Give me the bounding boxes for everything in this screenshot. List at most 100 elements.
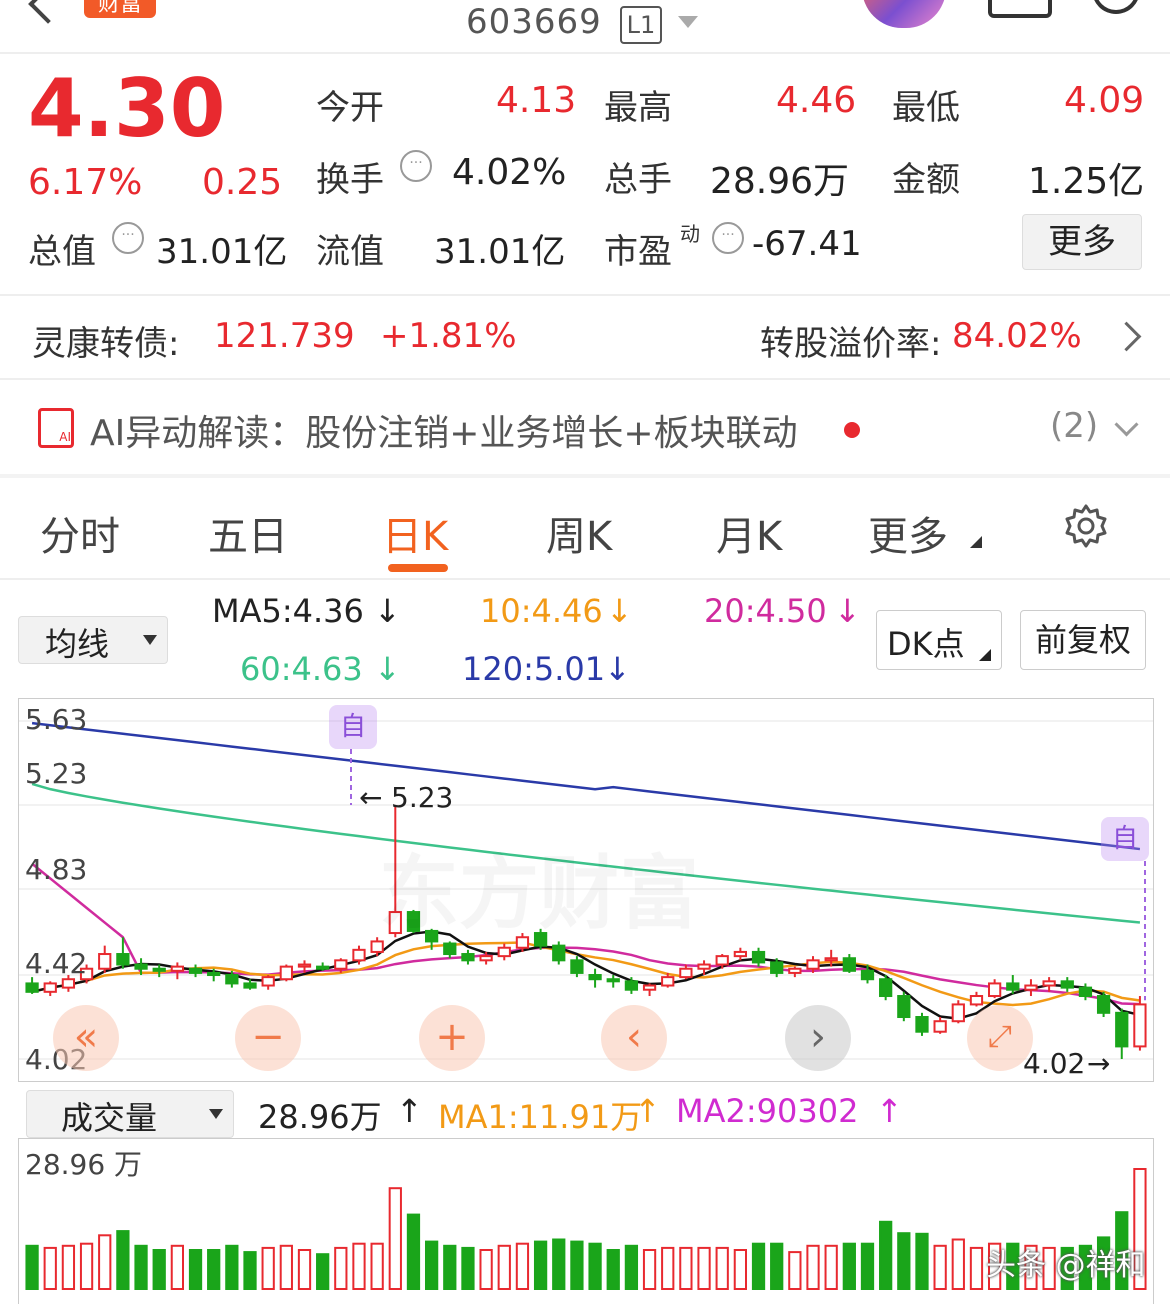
candle-body (1024, 984, 1038, 991)
change-value: 0.25 (202, 162, 283, 203)
y-tick-label: 4.83 (25, 853, 88, 886)
volume-bar (207, 1249, 221, 1290)
next-button[interactable]: › (785, 1005, 851, 1071)
info-icon[interactable]: ··· (112, 222, 144, 254)
fast-back-button[interactable]: « (53, 1005, 119, 1071)
avatar[interactable] (862, 0, 946, 28)
candle-body (1042, 980, 1056, 987)
ai-doc-icon: AI (38, 408, 74, 448)
label-open: 今开 (316, 88, 384, 128)
label-amount: 金额 (892, 160, 960, 200)
candle-body (98, 953, 112, 970)
high-price-marker: 5.23 (391, 781, 454, 814)
candle-body (25, 982, 39, 993)
active-tab-indicator (388, 564, 448, 572)
volume-bar (461, 1246, 475, 1290)
premium-value: 84.02% (952, 316, 1082, 356)
bond-price: 121.739 (214, 316, 355, 356)
value-open: 4.13 (496, 80, 577, 121)
ma120-legend: 120:5.01 (462, 650, 606, 688)
low-price-marker: 4.02 (1023, 1047, 1086, 1080)
candle-body (879, 978, 893, 998)
label-float-cap: 流值 (316, 232, 384, 272)
candle-body (316, 965, 330, 970)
more-button[interactable]: 更多 (1022, 214, 1142, 270)
fullscreen-button[interactable]: ⤢ (967, 1005, 1033, 1071)
volume-selector[interactable]: 成交量 (26, 1090, 234, 1138)
volume-bar (25, 1244, 39, 1291)
dropdown-caret-icon[interactable] (678, 16, 698, 28)
tab-five-day[interactable]: 五日 (208, 504, 288, 562)
value-amount: 1.25亿 (1028, 161, 1145, 202)
adjust-button[interactable]: 前复权 (1020, 610, 1146, 670)
settings-gear-icon[interactable] (1062, 502, 1107, 548)
kline-chart[interactable]: 东方财富 5.63 5.23 4.83 4.42 4.02 自 自 ← 5.23… (18, 698, 1154, 1082)
back-icon[interactable] (28, 0, 68, 24)
value-low: 4.09 (1064, 80, 1145, 121)
dk-point-button[interactable]: DK点 (876, 610, 1002, 670)
ai-insight-text: AI异动解读：股份注销+业务增长+板块联动 (90, 413, 798, 454)
volume-ma2: MA2:90302 (676, 1092, 859, 1130)
volume-bar (806, 1244, 820, 1291)
volume-bar (98, 1234, 112, 1291)
volume-chart[interactable]: 28.96 万 (18, 1138, 1154, 1304)
caret-down-icon (209, 1109, 223, 1119)
candle-body (43, 982, 57, 993)
zoom-in-button[interactable]: + (419, 1005, 485, 1071)
volume-ma1-arrow: ↑ (634, 1092, 661, 1130)
volume-bar (697, 1246, 711, 1290)
info-icon[interactable]: ··· (400, 150, 432, 182)
red-dot-icon (844, 422, 860, 438)
volume-selector-label: 成交量 (61, 1099, 158, 1137)
flag-marker[interactable]: 自 (1101, 817, 1149, 861)
candle-body (915, 1016, 929, 1033)
volume-bar (788, 1251, 802, 1290)
volume-bar (352, 1242, 366, 1290)
candle-body (279, 965, 293, 981)
top-nav: 财富 603669 L1 (0, 0, 1170, 54)
candle-body (570, 959, 584, 974)
ma120-arrow: ↓ (604, 650, 631, 688)
volume-bar (661, 1246, 675, 1290)
volume-ma2-arrow: ↑ (876, 1092, 903, 1130)
candle-body (824, 957, 838, 962)
ma5-arrow: ↓ (374, 592, 401, 630)
volume-bar (225, 1244, 239, 1291)
volume-bar (951, 1238, 965, 1290)
search-icon[interactable] (1092, 0, 1140, 14)
candle-body (479, 955, 493, 962)
candle-body (751, 950, 766, 964)
volume-bar (552, 1238, 566, 1290)
candle-body (170, 965, 185, 972)
ma-selector[interactable]: 均线 (18, 616, 168, 664)
candle-body (588, 974, 602, 981)
candle-body (297, 963, 312, 968)
ai-insight-row[interactable]: AI AI异动解读：股份注销+业务增长+板块联动 (2) (0, 380, 1170, 474)
candle-body (661, 976, 675, 987)
stock-code: 603669 (466, 2, 602, 42)
tab-more[interactable]: 更多 (868, 504, 948, 562)
zoom-out-button[interactable]: − (235, 1005, 301, 1071)
volume-bar (679, 1246, 693, 1290)
candle-body (1060, 980, 1074, 989)
info-icon[interactable]: ··· (712, 222, 744, 254)
ma5-legend: MA5:4.36 (212, 592, 364, 630)
tab-intraday[interactable]: 分时 (40, 504, 120, 562)
candle-body (352, 948, 366, 962)
volume-bar (279, 1244, 293, 1291)
volume-bar (897, 1232, 911, 1290)
bond-row[interactable]: 灵康转债: 121.739 +1.81% 转股溢价率: 84.02% (0, 296, 1170, 378)
volume-bar (860, 1242, 875, 1290)
value-turnover: 4.02% (452, 152, 567, 193)
volume-bar (370, 1242, 384, 1290)
tab-weekly-k[interactable]: 周K (546, 504, 612, 562)
flag-marker[interactable]: 自 (329, 705, 377, 749)
tab-monthly-k[interactable]: 月K (716, 504, 782, 562)
volume-bar (79, 1242, 94, 1290)
caifu-badge[interactable]: 财富 (84, 0, 156, 18)
chevron-down-icon[interactable] (1114, 412, 1139, 437)
tab-daily-k[interactable]: 日K (382, 504, 448, 562)
prev-button[interactable]: ‹ (601, 1005, 667, 1071)
window-icon[interactable] (988, 0, 1052, 18)
label-low: 最低 (892, 88, 960, 128)
